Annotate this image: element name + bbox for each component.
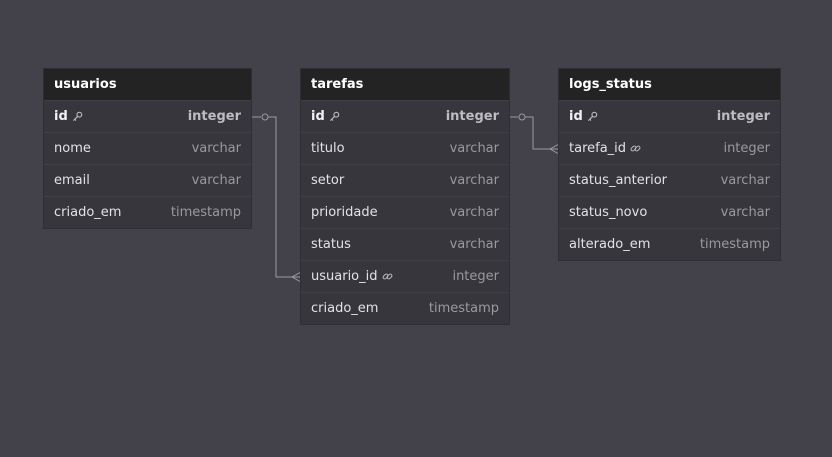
diagram-canvas: usuarios id integer nome varchar email v… xyxy=(0,0,832,457)
column-name: alterado_em xyxy=(569,237,651,252)
column-name: id xyxy=(54,109,68,124)
column-row-setor[interactable]: setor varchar xyxy=(301,164,509,196)
column-type: timestamp xyxy=(428,301,499,316)
column-name: tarefa_id xyxy=(569,141,627,156)
column-type: varchar xyxy=(191,173,241,188)
column-row-usuario-id[interactable]: usuario_id integer xyxy=(301,260,509,292)
column-type: varchar xyxy=(449,141,499,156)
column-name: usuario_id xyxy=(311,269,378,284)
column-row-prioridade[interactable]: prioridade varchar xyxy=(301,196,509,228)
column-row-status-novo[interactable]: status_novo varchar xyxy=(559,196,780,228)
table-tarefas[interactable]: tarefas id integer titulo varchar setor … xyxy=(301,69,509,324)
column-row-id[interactable]: id integer xyxy=(44,100,251,132)
column-name: prioridade xyxy=(311,205,378,220)
column-name: status_novo xyxy=(569,205,648,220)
column-type: integer xyxy=(723,141,770,156)
column-type: varchar xyxy=(720,205,770,220)
column-row-tarefa-id[interactable]: tarefa_id integer xyxy=(559,132,780,164)
column-name: status xyxy=(311,237,351,252)
column-type: integer xyxy=(187,109,241,124)
column-name: nome xyxy=(54,141,91,156)
column-row-criado-em[interactable]: criado_em timestamp xyxy=(44,196,251,228)
relationship-tarefas-logs[interactable] xyxy=(509,113,560,155)
table-header[interactable]: logs_status xyxy=(559,69,780,100)
column-type: varchar xyxy=(449,237,499,252)
column-name: criado_em xyxy=(311,301,379,316)
column-type: timestamp xyxy=(699,237,770,252)
table-logs-status[interactable]: logs_status id integer tarefa_id integer… xyxy=(559,69,780,260)
table-header[interactable]: usuarios xyxy=(44,69,251,100)
key-icon xyxy=(72,111,83,122)
column-row-status[interactable]: status varchar xyxy=(301,228,509,260)
column-row-status-anterior[interactable]: status_anterior varchar xyxy=(559,164,780,196)
column-row-email[interactable]: email varchar xyxy=(44,164,251,196)
column-name: id xyxy=(311,109,325,124)
zero-or-one-marker xyxy=(261,113,269,121)
zero-or-one-marker xyxy=(518,113,526,121)
column-name: status_anterior xyxy=(569,173,668,188)
column-row-criado-em[interactable]: criado_em timestamp xyxy=(301,292,509,324)
column-type: varchar xyxy=(449,205,499,220)
column-type: varchar xyxy=(449,173,499,188)
column-row-id[interactable]: id integer xyxy=(559,100,780,132)
column-name: criado_em xyxy=(54,205,122,220)
column-type: timestamp xyxy=(170,205,241,220)
key-icon xyxy=(329,111,340,122)
column-type: varchar xyxy=(191,141,241,156)
column-type: integer xyxy=(452,269,499,284)
column-type: integer xyxy=(716,109,770,124)
column-row-nome[interactable]: nome varchar xyxy=(44,132,251,164)
table-header[interactable]: tarefas xyxy=(301,69,509,100)
key-icon xyxy=(587,111,598,122)
column-name: email xyxy=(54,173,90,188)
column-type: varchar xyxy=(720,173,770,188)
table-usuarios[interactable]: usuarios id integer nome varchar email v… xyxy=(44,69,251,228)
column-row-alterado-em[interactable]: alterado_em timestamp xyxy=(559,228,780,260)
column-type: integer xyxy=(445,109,499,124)
column-name: titulo xyxy=(311,141,345,156)
column-name: setor xyxy=(311,173,345,188)
column-name: id xyxy=(569,109,583,124)
link-icon xyxy=(382,271,393,282)
crows-foot-marker xyxy=(548,143,560,155)
relationship-usuarios-tarefas[interactable] xyxy=(251,113,302,283)
column-row-titulo[interactable]: titulo varchar xyxy=(301,132,509,164)
column-row-id[interactable]: id integer xyxy=(301,100,509,132)
link-icon xyxy=(630,143,641,154)
crows-foot-marker xyxy=(290,271,302,283)
